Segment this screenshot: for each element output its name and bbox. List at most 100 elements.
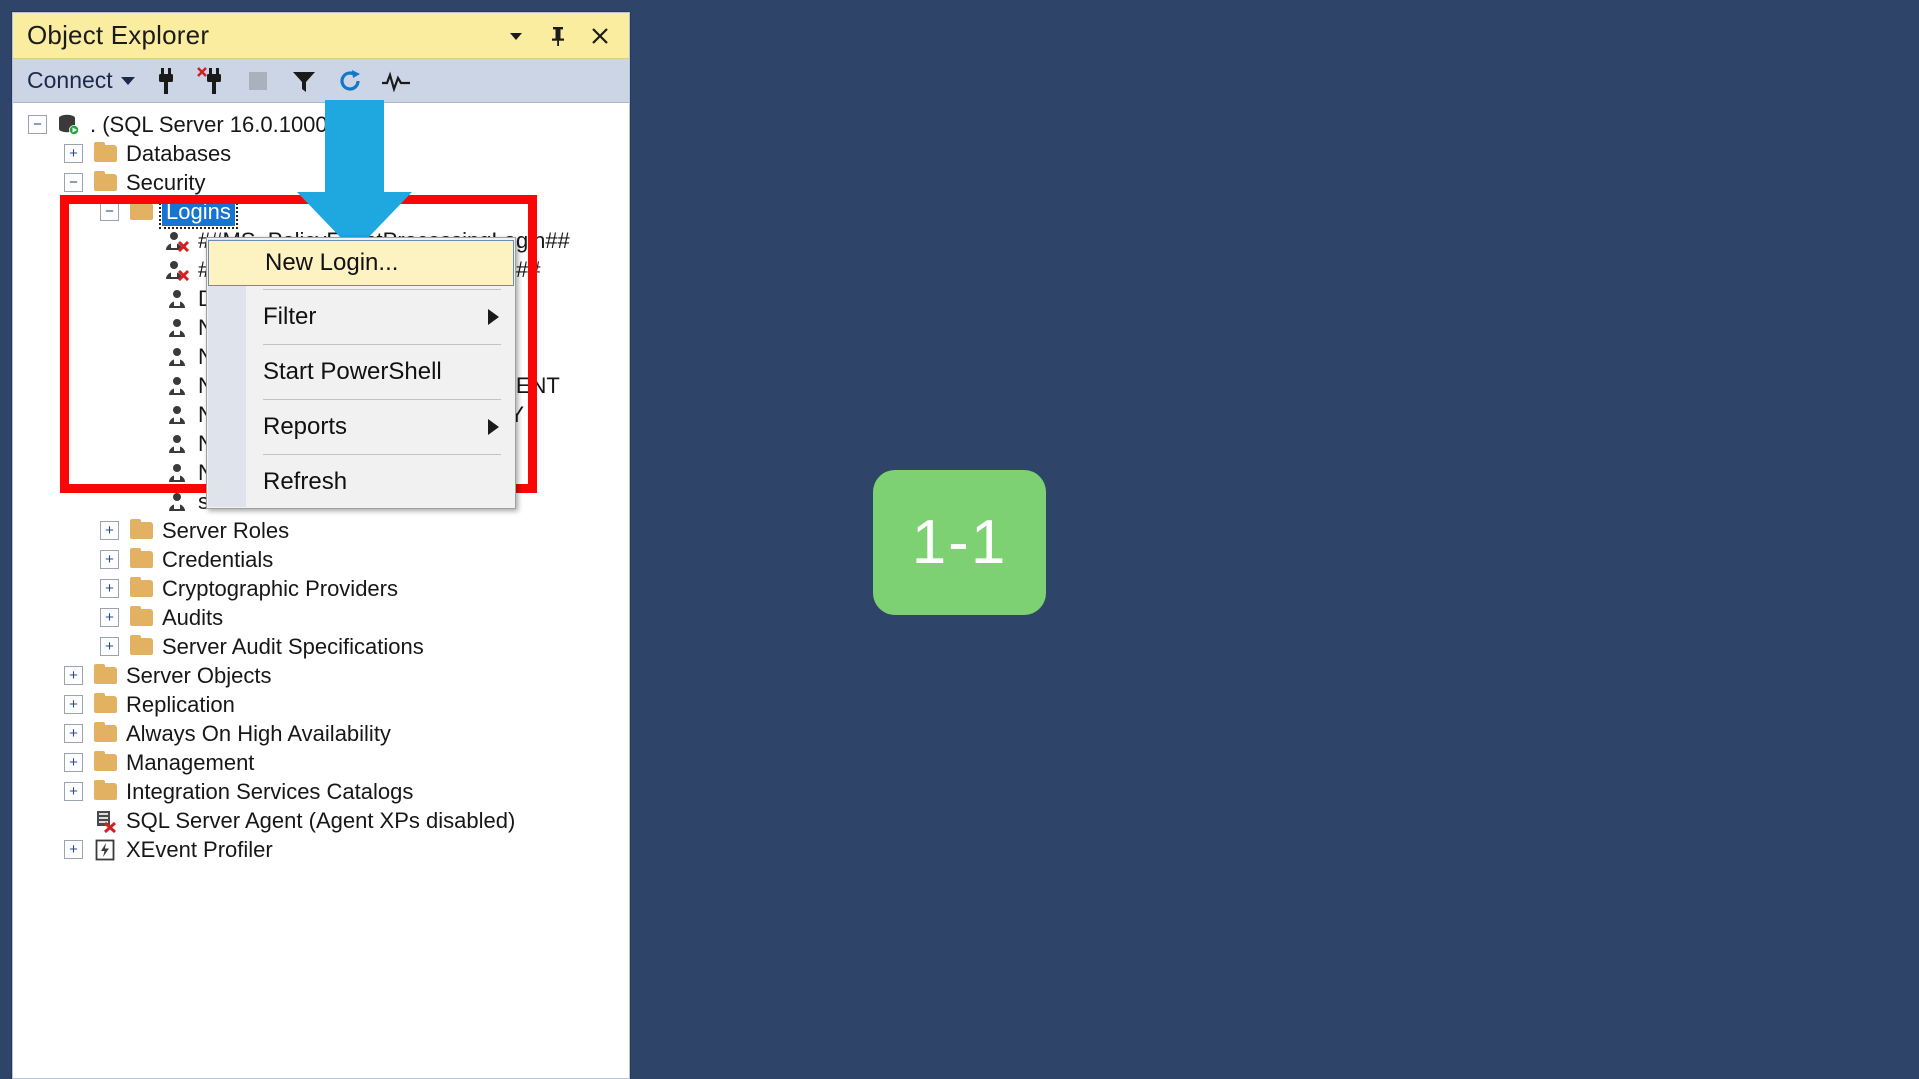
folder-icon [128, 548, 154, 571]
tree-node-label: Audits [162, 604, 224, 630]
tree-node[interactable]: + Credentials [14, 545, 628, 574]
title-bar-buttons [505, 23, 619, 49]
folder-icon [92, 722, 118, 745]
menu-item-label: Refresh [263, 468, 348, 495]
connect-plug-icon[interactable] [151, 66, 181, 96]
expand-icon[interactable]: + [64, 695, 83, 714]
expand-icon[interactable]: + [64, 666, 83, 685]
folder-icon [92, 780, 118, 803]
login-icon [164, 375, 190, 397]
tree-node[interactable]: + Audits [14, 603, 628, 632]
logins-context-menu[interactable]: New Login... Filter Start PowerShell Report… [206, 237, 516, 509]
tree-node-label: Logins [159, 194, 238, 229]
login-icon [164, 317, 190, 339]
refresh-icon[interactable] [335, 66, 365, 96]
tree-node-label: Server Audit Specifications [162, 633, 424, 659]
tree-node-label: Replication [126, 691, 235, 717]
server-icon [56, 114, 82, 136]
expand-icon[interactable]: + [100, 579, 119, 598]
activity-monitor-icon[interactable] [381, 66, 411, 96]
tree-node-label: SQL Server Agent (Agent XPs disabled) [126, 807, 516, 833]
menu-separator [263, 399, 501, 400]
tree-node[interactable]: + XEvent Profiler [14, 835, 628, 864]
expand-icon[interactable]: + [64, 753, 83, 772]
tree-node[interactable]: + Server Roles [14, 516, 628, 545]
expand-icon[interactable]: + [64, 840, 83, 859]
panel-title-bar: Object Explorer [13, 13, 629, 59]
menu-item-label: New Login... [265, 249, 399, 276]
tree-node-label: Credentials [162, 546, 274, 572]
expand-icon[interactable]: + [100, 550, 119, 569]
tree-node[interactable]: + Server Objects [14, 661, 628, 690]
tree-node[interactable]: + Cryptographic Providers [14, 574, 628, 603]
tree-node-label: Server Objects [126, 662, 272, 688]
tree-node-label: Management [126, 749, 255, 775]
screen: Object Explorer Connect − . (SQL Server … [0, 0, 1919, 1079]
tree-node-label: Server Roles [162, 517, 290, 543]
expand-icon[interactable]: + [64, 782, 83, 801]
tree-node[interactable]: + Integration Services Catalogs [14, 777, 628, 806]
disconnect-plug-icon[interactable] [196, 66, 227, 96]
collapse-icon[interactable]: − [64, 173, 83, 192]
folder-icon [92, 751, 118, 774]
login-icon [164, 346, 190, 368]
login-icon [164, 462, 190, 484]
login-disabled-icon [164, 259, 190, 281]
menu-item[interactable]: Reports [207, 403, 515, 451]
login-icon [164, 404, 190, 426]
filter-icon[interactable] [289, 66, 319, 96]
tree-node-label: Cryptographic Providers [162, 575, 398, 601]
tree-node[interactable]: + Management [14, 748, 628, 777]
login-icon [164, 491, 190, 513]
folder-icon [92, 142, 118, 165]
expand-icon[interactable]: + [100, 608, 119, 627]
submenu-arrow-icon [488, 419, 499, 435]
object-explorer-toolbar: Connect [13, 59, 629, 103]
tree-node[interactable]: SQL Server Agent (Agent XPs disabled) [14, 806, 628, 835]
close-icon[interactable] [589, 23, 611, 49]
folder-icon [128, 200, 154, 223]
expand-icon[interactable]: + [100, 521, 119, 540]
xevent-icon [92, 839, 118, 861]
connect-label: Connect [27, 67, 113, 93]
expand-icon[interactable]: + [64, 144, 83, 163]
collapse-icon[interactable]: − [100, 202, 119, 221]
tree-node[interactable]: + Server Audit Specifications [14, 632, 628, 661]
expand-icon[interactable]: + [100, 637, 119, 656]
menu-item[interactable]: Refresh [207, 458, 515, 506]
menu-item-label: Filter [263, 303, 317, 330]
connect-button[interactable]: Connect [27, 67, 135, 94]
menu-item[interactable]: New Login... [208, 240, 514, 286]
tree-node-label: Databases [126, 140, 232, 166]
folder-icon [128, 519, 154, 542]
menu-item[interactable]: Start PowerShell [207, 348, 515, 396]
collapse-icon[interactable]: − [28, 115, 47, 134]
expand-icon[interactable]: + [64, 724, 83, 743]
folder-icon [92, 693, 118, 716]
menu-separator [263, 344, 501, 345]
stop-icon [243, 66, 273, 96]
menu-separator [263, 454, 501, 455]
folder-icon [92, 664, 118, 687]
login-disabled-icon [164, 230, 190, 252]
folder-icon [128, 635, 154, 658]
tree-node-label: Integration Services Catalogs [126, 778, 414, 804]
submenu-arrow-icon [488, 309, 499, 325]
menu-item-label: Reports [263, 413, 348, 440]
tree-node[interactable]: + Replication [14, 690, 628, 719]
pin-icon[interactable] [547, 23, 569, 49]
login-icon [164, 433, 190, 455]
menu-separator [263, 289, 501, 290]
window-dropdown-icon[interactable] [505, 23, 527, 49]
tree-node[interactable]: + Always On High Availability [14, 719, 628, 748]
tree-node-label: Security [126, 169, 206, 195]
menu-item[interactable]: Filter [207, 293, 515, 341]
folder-icon [128, 577, 154, 600]
